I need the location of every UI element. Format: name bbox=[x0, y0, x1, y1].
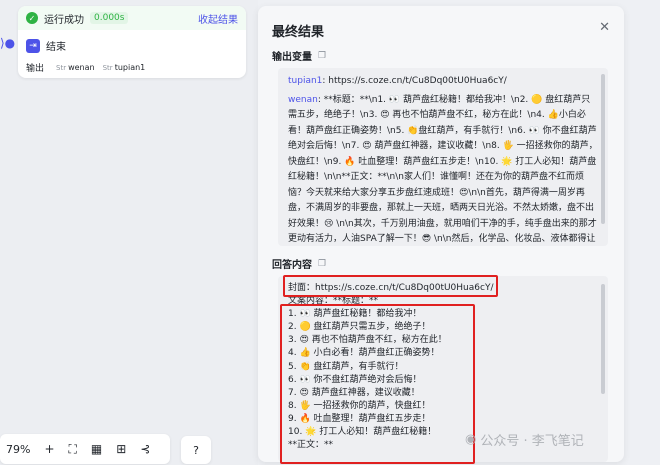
collapse-lines-icon[interactable]: ⊰ bbox=[140, 442, 150, 456]
zoom-in-icon[interactable]: + bbox=[44, 442, 54, 456]
output-var-tupian1: tupian1: https://s.coze.cn/t/Cu8Dq00tU0H… bbox=[288, 76, 507, 86]
titles-highlight bbox=[280, 304, 475, 464]
success-check-icon: ✓ bbox=[26, 12, 38, 24]
panel-title: 最终结果 bbox=[272, 25, 325, 40]
output-label: 输出 bbox=[26, 64, 45, 74]
watermark: ◉ 公众号 · 李飞笔记 bbox=[465, 432, 584, 449]
zoom-level[interactable]: 79% bbox=[6, 443, 30, 456]
run-status-bar: ✓ 运行成功 0.000s 收起结果 bbox=[18, 6, 246, 30]
run-status-text: 运行成功 bbox=[44, 14, 84, 26]
output-vars-box[interactable]: tupian1: https://s.coze.cn/t/Cu8Dq00tU0H… bbox=[278, 68, 608, 246]
node-title: 结束 bbox=[46, 42, 66, 53]
help-icon[interactable]: ? bbox=[181, 436, 211, 464]
fit-view-icon[interactable]: ⛶ bbox=[69, 442, 77, 457]
copy-icon[interactable]: ❐ bbox=[318, 51, 326, 61]
scrollbar[interactable] bbox=[601, 284, 605, 394]
connection-port-icon[interactable]: ⟩● bbox=[0, 36, 15, 50]
node-header: ⇥ 结束 bbox=[26, 38, 66, 53]
minimap-icon[interactable]: ▦ bbox=[91, 442, 102, 456]
wechat-icon: ◉ bbox=[465, 432, 477, 447]
string-type-icon: Str bbox=[102, 63, 113, 72]
close-icon[interactable]: ✕ bbox=[599, 20, 610, 35]
auto-layout-icon[interactable]: ⊞ bbox=[116, 442, 126, 456]
output-var-wenan: wenan: **标题：**\n1. 👀 葫芦盘红秘籍！都给我冲！\n2. 🟡 … bbox=[288, 94, 598, 245]
scrollbar[interactable] bbox=[601, 74, 605, 224]
canvas-toolbar: 79% + ⛶ ▦ ⊞ ⊰ bbox=[0, 434, 171, 464]
end-node-card[interactable]: ✓ 运行成功 0.000s 收起结果 ⇥ 结束 输出 Str wenan Str t… bbox=[18, 6, 246, 78]
cover-url-highlight bbox=[283, 275, 498, 297]
copy-icon[interactable]: ❐ bbox=[318, 259, 326, 269]
collapse-result-button[interactable]: 收起结果 bbox=[198, 11, 238, 26]
output-var-chip: Str wenan bbox=[56, 63, 95, 72]
string-type-icon: Str bbox=[56, 63, 67, 72]
node-output-row: 输出 Str wenan Str tupian1 bbox=[26, 61, 153, 74]
output-vars-section: 输出变量 ❐ bbox=[272, 50, 327, 64]
run-duration-badge: 0.000s bbox=[90, 12, 129, 24]
output-var-chip: Str tupian1 bbox=[102, 63, 146, 72]
end-node-icon: ⇥ bbox=[26, 38, 40, 53]
workflow-canvas[interactable]: ⟩● ✓ 运行成功 0.000s 收起结果 ⇥ 结束 输出 Str wenan S… bbox=[0, 0, 258, 465]
answer-section: 回答内容 ❐ bbox=[272, 258, 327, 272]
